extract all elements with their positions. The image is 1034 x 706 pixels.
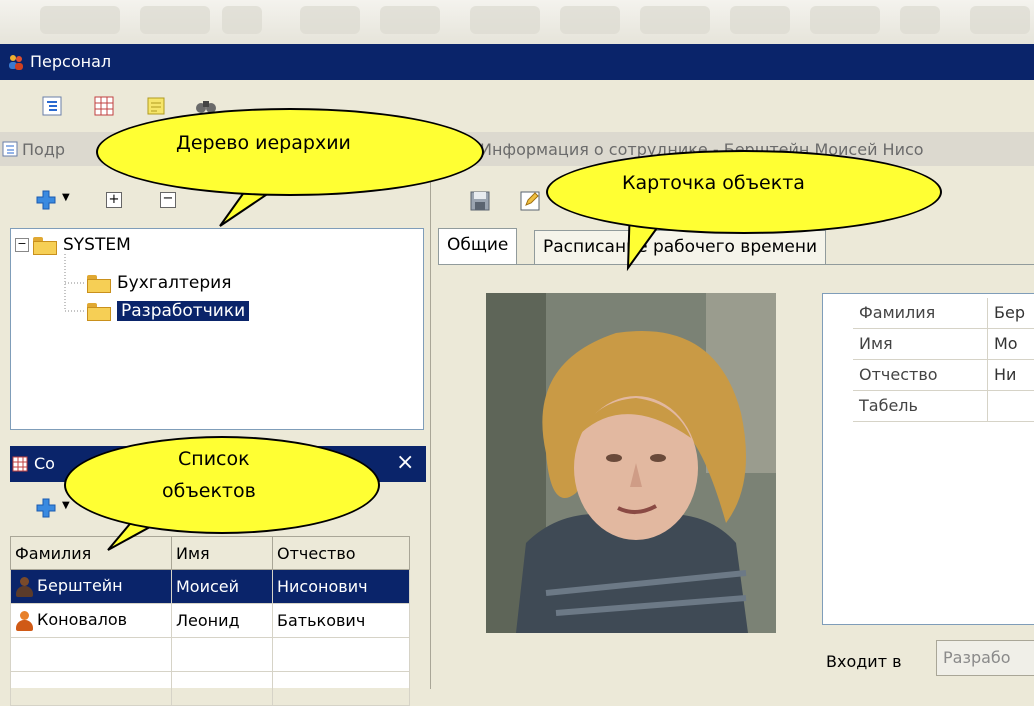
collapse-node-icon[interactable]: − [15,238,29,252]
window-title-bar: Персонал [0,44,1034,80]
close-icon[interactable]: × [396,450,414,475]
employee-photo [486,293,776,633]
add-icon[interactable] [36,190,56,210]
hierarchy-tree[interactable]: − SYSTEM Бухгалтерия Разработчики [10,228,424,430]
window-title: Персонал [30,52,112,71]
objects-grid[interactable]: Фамилия Имя Отчество Берштейн Моисей Нис… [10,536,410,706]
property-row[interactable]: Табель [853,391,1034,422]
property-label: Табель [859,396,918,415]
column-header-surname[interactable]: Фамилия [10,536,172,570]
grid-icon [12,456,28,472]
top-toolbar-strip [0,0,1034,45]
property-value[interactable]: Бер [987,298,1025,328]
property-value[interactable] [987,391,994,421]
cell-surname: Берштейн [10,569,172,604]
tree-node-label: Разработчики [117,301,250,321]
table-row[interactable]: Берштейн Моисей Нисонович [10,569,410,604]
edit-icon[interactable] [519,190,541,212]
cell-surname: Коновалов [10,603,172,638]
list-title-text: Со [34,454,55,473]
expand-all-icon[interactable]: + [106,192,122,208]
property-row[interactable]: Фамилия Бер [853,298,1034,329]
save-icon[interactable] [469,190,491,212]
dropdown-arrow-icon[interactable]: ▼ [62,192,70,203]
person-icon [15,610,33,631]
property-value[interactable]: Мо [987,329,1018,359]
grid-view-icon[interactable] [92,94,116,118]
person-icon [15,576,33,597]
cell-patronymic: Батькович [272,603,410,638]
callout-tree: Дерево иерархии [96,108,484,196]
dropdown-arrow-icon[interactable]: ▼ [62,500,70,511]
callout-card: Карточка объекта [546,150,942,234]
hierarchy-caption-text: Подр [22,140,66,159]
properties-grid[interactable]: Фамилия Бер Имя Мо Отчество Ни Табель [822,293,1034,625]
belongs-to-field[interactable]: Разрабо [936,640,1034,676]
grid-header-row: Фамилия Имя Отчество [10,536,410,570]
cell-name: Леонид [171,603,273,638]
folder-icon [87,274,111,293]
property-label: Отчество [859,365,938,384]
belongs-to-label: Входит в [826,652,902,671]
table-row-empty [10,637,410,672]
table-row[interactable]: Коновалов Леонид Батькович [10,603,410,638]
add-icon[interactable] [36,498,56,518]
tab-general[interactable]: Общие [438,228,518,265]
people-icon [8,54,24,70]
callout-list: Список объектов [64,436,380,534]
tree-node-developers[interactable]: Разработчики [87,297,250,325]
cell-patronymic: Нисонович [272,569,410,604]
folder-icon [87,302,111,321]
property-label: Фамилия [859,303,936,322]
folder-icon [33,236,57,255]
column-header-name[interactable]: Имя [171,536,273,570]
note-icon[interactable] [144,94,168,118]
property-value[interactable]: Ни [987,360,1016,390]
property-row[interactable]: Отчество Ни [853,360,1034,391]
cell-name: Моисей [171,569,273,604]
panel-icon [2,141,18,157]
property-row[interactable]: Имя Мо [853,329,1034,360]
tree-node-system[interactable]: − SYSTEM [15,231,131,259]
collapse-all-icon[interactable]: − [160,192,176,208]
tree-view-icon[interactable] [40,94,64,118]
tree-node-label: Бухгалтерия [117,273,232,293]
tree-node-label: SYSTEM [63,235,131,255]
tab-schedule[interactable]: Расписание рабочего времени [534,230,827,265]
belongs-to-value: Разрабо [943,648,1011,667]
property-label: Имя [859,334,893,353]
tree-node-accounting[interactable]: Бухгалтерия [87,269,231,297]
column-header-patronymic[interactable]: Отчество [272,536,410,570]
